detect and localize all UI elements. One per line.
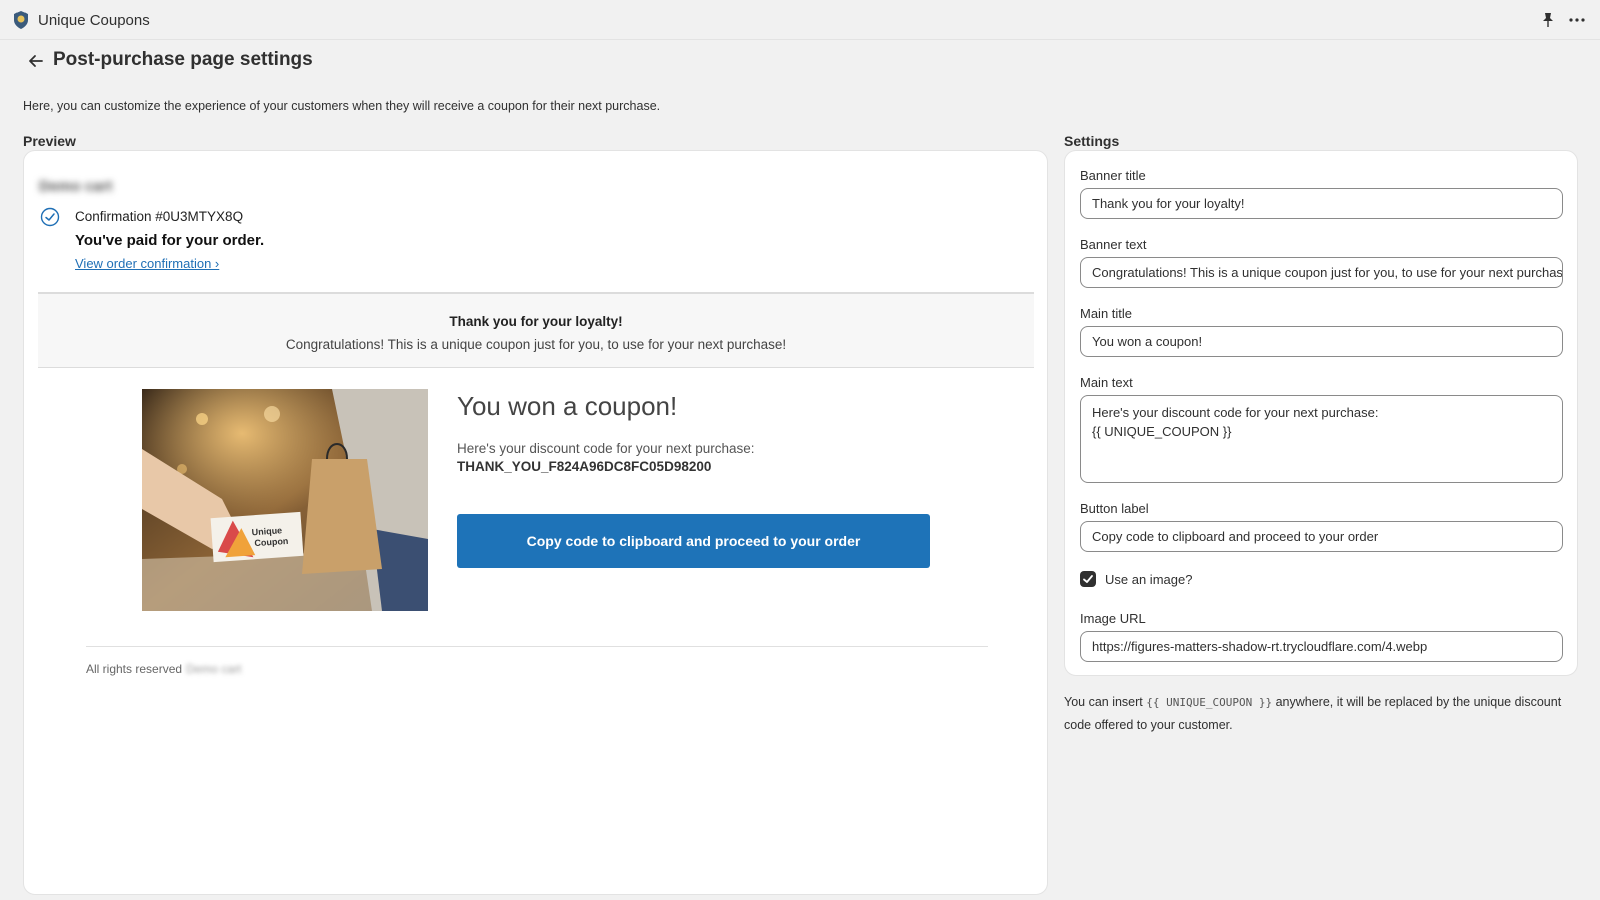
pin-icon[interactable] — [1538, 10, 1558, 30]
back-arrow-icon[interactable] — [24, 49, 48, 73]
use-image-label[interactable]: Use an image? — [1105, 572, 1192, 587]
footer-divider — [86, 646, 988, 647]
main-title-input[interactable]: You won a coupon! — [1080, 326, 1563, 357]
more-options-icon[interactable] — [1565, 10, 1589, 30]
confirmation-number: Confirmation #0U3MTYX8Q — [75, 209, 244, 224]
button-label-label: Button label — [1080, 501, 1149, 516]
checkmark-icon — [1083, 575, 1093, 583]
main-text-label: Main text — [1080, 375, 1133, 390]
main-text-textarea[interactable]: Here's your discount code for your next … — [1080, 395, 1563, 483]
footer-text: All rights reserved Demo cart — [86, 662, 241, 676]
use-image-checkbox[interactable] — [1080, 571, 1096, 587]
page-title: Post-purchase page settings — [53, 49, 313, 70]
paid-message: You've paid for your order. — [75, 232, 265, 249]
banner-text-input[interactable]: Congratulations! This is a unique coupon… — [1080, 257, 1563, 288]
image-url-input[interactable]: https://figures-matters-shadow-rt.tryclo… — [1080, 631, 1563, 662]
help-prefix: You can insert — [1064, 695, 1143, 709]
app-logo-icon — [14, 11, 28, 29]
main-text: Here's your discount code for your next … — [457, 441, 755, 456]
loyalty-banner: Thank you for your loyalty! Congratulati… — [38, 292, 1034, 368]
copy-code-button[interactable]: Copy code to clipboard and proceed to yo… — [457, 514, 930, 568]
banner-text-label: Banner text — [1080, 237, 1147, 252]
footer-rights: All rights reserved — [86, 662, 183, 676]
help-placeholder-code: {{ UNIQUE_COUPON }} — [1146, 696, 1273, 709]
preview-card: Demo cart Confirmation #0U3MTYX8Q You've… — [23, 150, 1048, 895]
preview-heading: Preview — [23, 133, 76, 149]
coupon-code: THANK_YOU_F824A96DC8FC05D98200 — [457, 459, 712, 474]
page-description: Here, you can customize the experience o… — [23, 99, 661, 113]
app-top-bar: Unique Coupons — [0, 0, 1600, 40]
help-text: You can insert {{ UNIQUE_COUPON }} anywh… — [1064, 691, 1564, 737]
settings-card: Banner title Thank you for your loyalty!… — [1064, 150, 1578, 676]
coupon-image: Unique Coupon — [142, 389, 428, 611]
banner-text: Congratulations! This is a unique coupon… — [285, 337, 787, 352]
settings-heading: Settings — [1064, 133, 1120, 149]
image-url-label: Image URL — [1080, 611, 1146, 626]
footer-shop-name: Demo cart — [186, 662, 242, 676]
app-name: Unique Coupons — [38, 12, 150, 29]
banner-title-input[interactable]: Thank you for your loyalty! — [1080, 188, 1563, 219]
main-title-label: Main title — [1080, 306, 1133, 321]
check-circle-icon — [40, 207, 60, 227]
button-label-input[interactable]: Copy code to clipboard and proceed to yo… — [1080, 521, 1563, 552]
coupon-image-label-1: Unique — [251, 525, 282, 537]
banner-title-label: Banner title — [1080, 168, 1146, 183]
banner-title: Thank you for your loyalty! — [449, 314, 623, 329]
main-title: You won a coupon! — [457, 391, 678, 421]
view-order-confirmation-link[interactable]: View order confirmation › — [75, 256, 219, 271]
shop-name: Demo cart — [39, 178, 113, 195]
